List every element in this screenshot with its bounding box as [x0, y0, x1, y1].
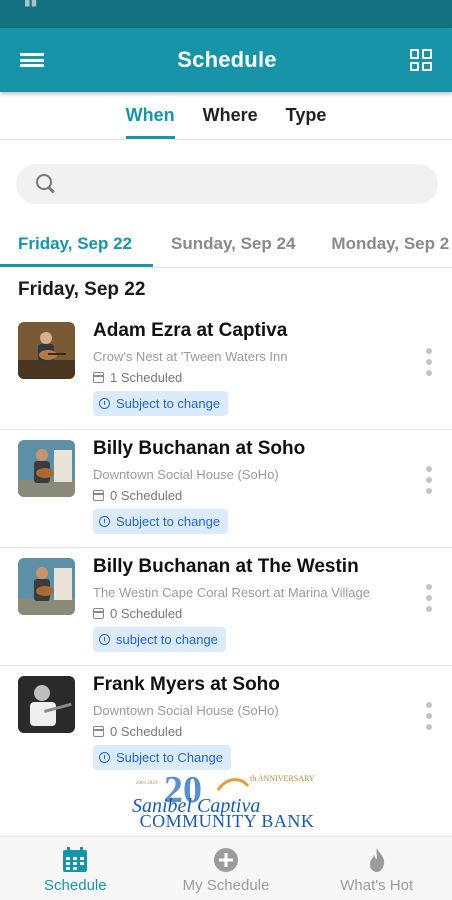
nav-whats-hot[interactable]: What's Hot: [301, 837, 452, 900]
nav-my-schedule[interactable]: My Schedule: [151, 837, 302, 900]
event-row[interactable]: Frank Myers at Soho Downtown Social Hous…: [0, 666, 452, 784]
status-bar: ▮▮: [0, 0, 452, 28]
event-row[interactable]: Billy Buchanan at Soho Downtown Social H…: [0, 430, 452, 548]
event-thumbnail: [18, 440, 75, 497]
calendar-icon: [93, 372, 104, 383]
event-title: Adam Ezra at Captiva: [93, 320, 288, 341]
calendar-icon: [93, 490, 104, 501]
svg-text:th ANNIVERSARY: th ANNIVERSARY: [250, 774, 315, 783]
search-section: [0, 140, 452, 204]
event-scheduled-count: 0 Scheduled: [93, 724, 402, 739]
info-icon: [99, 634, 110, 645]
date-tab-sunday[interactable]: Sunday, Sep 24: [153, 226, 313, 267]
signal-icon: ▮▮: [24, 0, 38, 8]
date-tab-friday[interactable]: Friday, Sep 22: [0, 226, 153, 267]
badge-label: Subject to Change: [116, 750, 223, 765]
event-venue: The Westin Cape Coral Resort at Marina V…: [93, 585, 370, 600]
nav-label: What's Hot: [340, 877, 414, 894]
info-icon: [99, 752, 110, 763]
scheduled-label: 0 Scheduled: [110, 488, 183, 503]
more-options-icon[interactable]: [426, 702, 432, 730]
nav-label: My Schedule: [182, 877, 270, 894]
date-tab-monday[interactable]: Monday, Sep 2: [313, 226, 452, 267]
calendar-icon: [93, 726, 104, 737]
sponsor-logo: 2003 2023 20 th ANNIVERSARY Sanibel Capt…: [130, 768, 324, 834]
event-row[interactable]: Adam Ezra at Captiva Crow's Nest at 'Twe…: [0, 312, 452, 430]
status-badge: subject to change: [93, 627, 226, 652]
event-thumbnail: [18, 558, 75, 615]
filter-tabs: When Where Type: [0, 92, 452, 140]
tab-type[interactable]: Type: [286, 105, 327, 139]
event-venue: Crow's Nest at 'Tween Waters Inn: [93, 349, 288, 364]
status-badge: Subject to change: [93, 509, 229, 534]
bottom-nav: Schedule My Schedule What's Hot: [0, 836, 452, 900]
event-title: Frank Myers at Soho: [93, 674, 280, 695]
search-bar[interactable]: [16, 164, 438, 204]
badge-label: Subject to change: [116, 514, 221, 529]
info-icon: [99, 398, 110, 409]
nav-label: Schedule: [44, 877, 107, 894]
page-title: Schedule: [177, 47, 277, 72]
status-badge: Subject to change: [93, 391, 229, 416]
svg-text:2003 2023: 2003 2023: [136, 781, 158, 786]
calendar-icon: [93, 608, 104, 619]
badge-label: subject to change: [116, 632, 218, 647]
tab-when[interactable]: When: [125, 105, 175, 139]
search-input[interactable]: [66, 175, 438, 193]
event-thumbnail: [18, 676, 75, 733]
more-options-icon[interactable]: [426, 348, 432, 376]
flame-icon: [369, 848, 384, 872]
menu-icon[interactable]: [20, 50, 44, 70]
day-header: Friday, Sep 22: [18, 279, 146, 300]
event-venue: Downtown Social House (SoHo): [93, 703, 279, 718]
event-scheduled-count: 0 Scheduled: [93, 606, 402, 621]
badge-label: Subject to change: [116, 396, 221, 411]
more-options-icon[interactable]: [426, 466, 432, 494]
scheduled-label: 1 Scheduled: [110, 370, 183, 385]
tab-where[interactable]: Where: [203, 105, 258, 139]
status-badge: Subject to Change: [93, 745, 231, 770]
event-venue: Downtown Social House (SoHo): [93, 467, 279, 482]
scheduled-label: 0 Scheduled: [110, 724, 183, 739]
event-scheduled-count: 1 Scheduled: [93, 370, 402, 385]
plus-circle-icon: [214, 848, 238, 872]
sponsor-bank-name: COMMUNITY BANK: [139, 811, 315, 831]
event-title: Billy Buchanan at The Westin: [93, 556, 359, 577]
more-options-icon[interactable]: [426, 584, 432, 612]
search-icon: [36, 174, 56, 194]
scheduled-label: 0 Scheduled: [110, 606, 183, 621]
nav-schedule[interactable]: Schedule: [0, 837, 151, 900]
app-bar: Schedule: [0, 28, 452, 92]
date-tabs: Friday, Sep 22 Sunday, Sep 24 Monday, Se…: [0, 226, 452, 268]
info-icon: [99, 516, 110, 527]
sponsor-logo-art: 2003 2023 20 th ANNIVERSARY Sanibel Capt…: [132, 769, 315, 817]
event-scheduled-count: 0 Scheduled: [93, 488, 402, 503]
event-row[interactable]: Billy Buchanan at The Westin The Westin …: [0, 548, 452, 666]
grid-view-icon[interactable]: [409, 49, 432, 71]
event-title: Billy Buchanan at Soho: [93, 438, 306, 459]
event-thumbnail: [18, 322, 75, 379]
calendar-icon: [63, 847, 88, 872]
